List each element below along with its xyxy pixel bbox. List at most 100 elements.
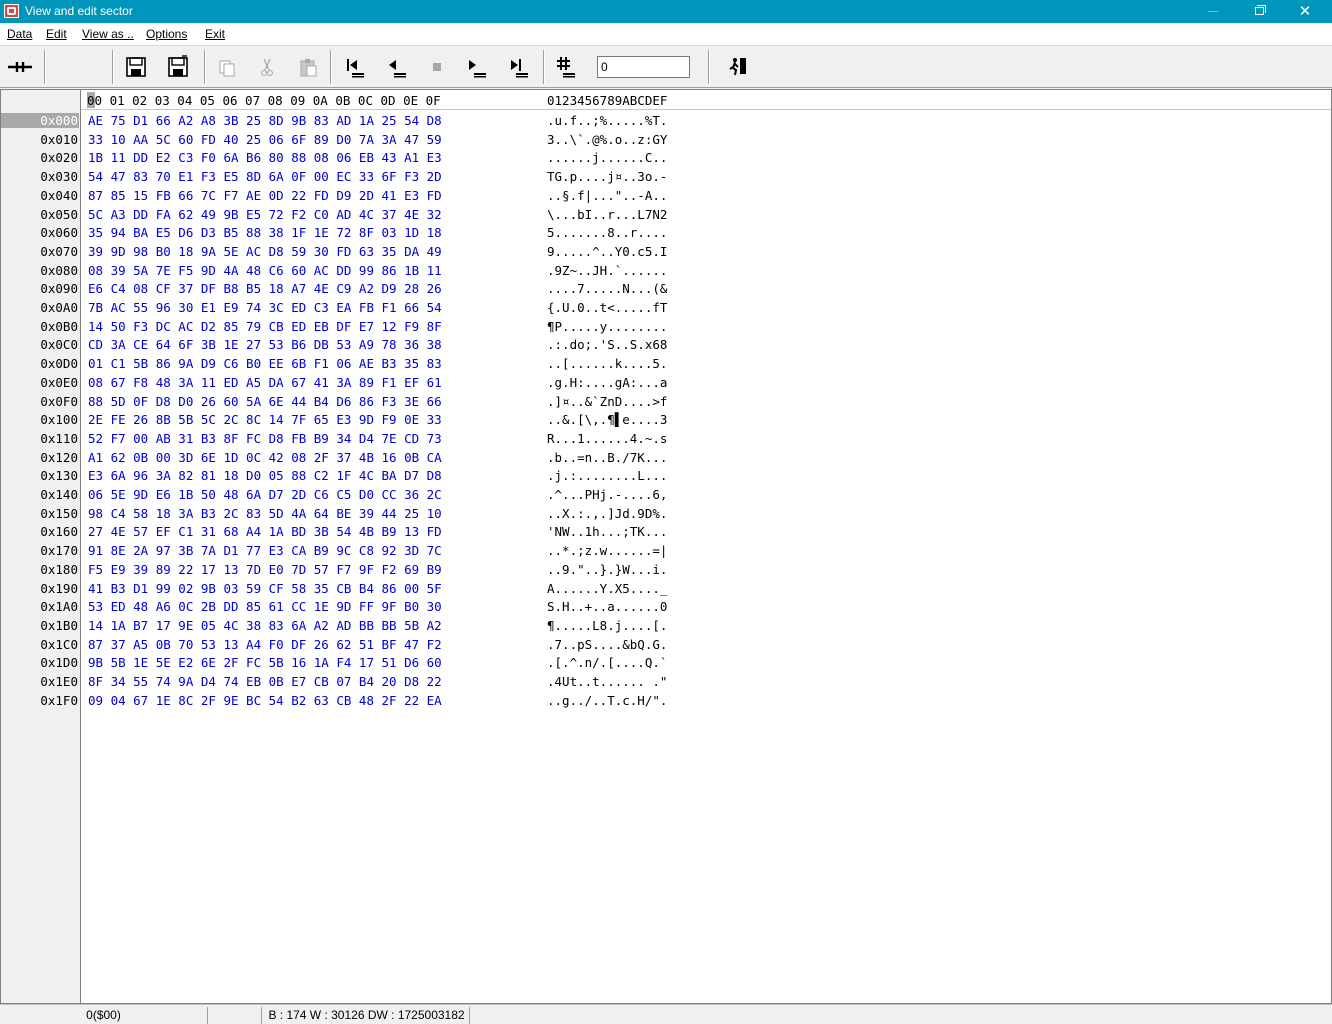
exit-button[interactable] — [726, 54, 750, 80]
row-ascii[interactable]: ......j......C.. — [547, 150, 667, 165]
row-ascii[interactable]: .[.^.n/.[....Q.` — [547, 655, 667, 670]
hex-row[interactable]: 0x1F0 09 04 67 1E 8C 2F 9E BC 54 B2 63 CB… — [1, 692, 1331, 711]
restore-button[interactable] — [1236, 0, 1282, 23]
row-hex-bytes[interactable]: 14 1A B7 17 9E 05 4C 38 83 6A A2 AD BB B… — [88, 618, 442, 633]
row-ascii[interactable]: .9Z~..JH.`...... — [547, 263, 667, 278]
row-hex-bytes[interactable]: A1 62 0B 00 3D 6E 1D 0C 42 08 2F 37 4B 1… — [88, 450, 442, 465]
hex-row[interactable]: 0x0F0 88 5D 0F D8 D0 26 60 5A 6E 44 B4 D6… — [1, 393, 1331, 412]
row-ascii[interactable]: .:.do;.'S..S.x68 — [547, 337, 667, 352]
row-hex-bytes[interactable]: F5 E9 39 89 22 17 13 7D E0 7D 57 F7 9F F… — [88, 562, 442, 577]
hex-row[interactable]: 0x040 87 85 15 FB 66 7C F7 AE 0D 22 FD D9… — [1, 187, 1331, 206]
row-hex-bytes[interactable]: 8F 34 55 74 9A D4 74 EB 0B E7 CB 07 B4 2… — [88, 674, 442, 689]
row-hex-bytes[interactable]: 53 ED 48 A6 0C 2B DD 85 61 CC 1E 9D FF 9… — [88, 599, 442, 614]
row-ascii[interactable]: ..X.:.,.]Jd.9D%. — [547, 506, 667, 521]
row-ascii[interactable]: .g.H:....gA:...a — [547, 375, 667, 390]
row-hex-bytes[interactable]: 1B 11 DD E2 C3 F0 6A B6 80 88 08 06 EB 4… — [88, 150, 442, 165]
hex-row[interactable]: 0x010 33 10 AA 5C 60 FD 40 25 06 6F 89 D0… — [1, 131, 1331, 150]
row-ascii[interactable]: .u.f..;%.....%T. — [547, 113, 667, 128]
row-ascii[interactable]: .]¤..&`ZnD....>f — [547, 394, 667, 409]
menu-edit[interactable]: Edit — [46, 27, 67, 41]
row-ascii[interactable]: .b..=n..B./7K... — [547, 450, 667, 465]
row-hex-bytes[interactable]: 87 37 A5 0B 70 53 13 A4 F0 DF 26 62 51 B… — [88, 637, 442, 652]
row-ascii[interactable]: 5.......8..r.... — [547, 225, 667, 240]
hex-row[interactable]: 0x020 1B 11 DD E2 C3 F0 6A B6 80 88 08 06… — [1, 149, 1331, 168]
close-button[interactable]: ✕ — [1282, 0, 1328, 23]
next-sector-button[interactable] — [465, 54, 489, 80]
row-hex-bytes[interactable]: 7B AC 55 96 30 E1 E9 74 3C ED C3 EA FB F… — [88, 300, 442, 315]
row-hex-bytes[interactable]: 09 04 67 1E 8C 2F 9E BC 54 B2 63 CB 48 2… — [88, 693, 442, 708]
hex-row[interactable]: 0x0C0 CD 3A CE 64 6F 3B 1E 27 53 B6 DB 53… — [1, 336, 1331, 355]
hex-row[interactable]: 0x150 98 C4 58 18 3A B3 2C 83 5D 4A 64 BE… — [1, 505, 1331, 524]
hex-row[interactable]: 0x0A0 7B AC 55 96 30 E1 E9 74 3C ED C3 EA… — [1, 299, 1331, 318]
row-hex-bytes[interactable]: 33 10 AA 5C 60 FD 40 25 06 6F 89 D0 7A 3… — [88, 132, 442, 147]
menu-view-as[interactable]: View as .. — [82, 27, 134, 41]
hex-row[interactable]: 0x060 35 94 BA E5 D6 D3 B5 88 38 1F 1E 72… — [1, 224, 1331, 243]
copy-button[interactable] — [215, 54, 239, 80]
hex-row[interactable]: 0x120 A1 62 0B 00 3D 6E 1D 0C 42 08 2F 37… — [1, 449, 1331, 468]
save-button[interactable] — [124, 54, 148, 80]
first-sector-button[interactable] — [343, 54, 367, 80]
hex-row[interactable]: 0x030 54 47 83 70 E1 F3 E5 8D 6A 0F 00 EC… — [1, 168, 1331, 187]
row-ascii[interactable]: ..§.f|..."..-A.. — [547, 188, 667, 203]
hex-row[interactable]: 0x110 52 F7 00 AB 31 B3 8F FC D8 FB B9 34… — [1, 430, 1331, 449]
row-hex-bytes[interactable]: 06 5E 9D E6 1B 50 48 6A D7 2D C6 C5 D0 C… — [88, 487, 442, 502]
hex-row[interactable]: 0x0B0 14 50 F3 DC AC D2 85 79 CB ED EB DF… — [1, 318, 1331, 337]
hex-row[interactable]: 0x1D0 9B 5B 1E 5E E2 6E 2F FC 5B 16 1A F4… — [1, 654, 1331, 673]
hex-row[interactable]: 0x160 27 4E 57 EF C1 31 68 A4 1A BD 3B 54… — [1, 523, 1331, 542]
row-ascii[interactable]: .7..pS....&bQ.G. — [547, 637, 667, 652]
save-as-button[interactable] — [166, 54, 190, 80]
row-ascii[interactable]: .^...PHj.-....6, — [547, 487, 667, 502]
row-ascii[interactable]: 3..\`.@%.o..z:GY — [547, 132, 667, 147]
row-ascii[interactable]: .4Ut..t...... ." — [547, 674, 667, 689]
menu-data[interactable]: Data — [7, 27, 32, 41]
row-ascii[interactable]: ..&.[\,.¶▌e....3 — [547, 412, 667, 427]
hex-row[interactable]: 0x180 F5 E9 39 89 22 17 13 7D E0 7D 57 F7… — [1, 561, 1331, 580]
row-ascii[interactable]: .j.:........L... — [547, 468, 667, 483]
hex-row[interactable]: 0x050 5C A3 DD FA 62 49 9B E5 72 F2 C0 AD… — [1, 206, 1331, 225]
stop-button[interactable] — [425, 54, 449, 80]
row-ascii[interactable]: ¶.....L8.j....[. — [547, 618, 667, 633]
row-ascii[interactable]: S.H..+..a......0 — [547, 599, 667, 614]
hex-row[interactable]: 0x000 AE 75 D1 66 A2 A8 3B 25 8D 9B 83 AD… — [1, 112, 1331, 131]
hex-row[interactable]: 0x170 91 8E 2A 97 3B 7A D1 77 E3 CA B9 9C… — [1, 542, 1331, 561]
sector-number-input[interactable] — [597, 56, 690, 78]
row-ascii[interactable]: 'NW..1h...;TK... — [547, 524, 667, 539]
row-ascii[interactable]: A......Y.X5...._ — [547, 581, 667, 596]
row-ascii[interactable]: ..9."..}.}W...i. — [547, 562, 667, 577]
menu-options[interactable]: Options — [146, 27, 187, 41]
row-hex-bytes[interactable]: AE 75 D1 66 A2 A8 3B 25 8D 9B 83 AD 1A 2… — [88, 113, 442, 128]
row-hex-bytes[interactable]: CD 3A CE 64 6F 3B 1E 27 53 B6 DB 53 A9 7… — [88, 337, 442, 352]
hex-editor-view[interactable]: 00 01 02 03 04 05 06 07 08 09 0A 0B 0C 0… — [0, 89, 1332, 1004]
goto-sector-button[interactable] — [554, 54, 578, 80]
row-hex-bytes[interactable]: 91 8E 2A 97 3B 7A D1 77 E3 CA B9 9C C8 9… — [88, 543, 442, 558]
row-ascii[interactable]: \...bI..r...L7N2 — [547, 207, 667, 222]
hex-row[interactable]: 0x1E0 8F 34 55 74 9A D4 74 EB 0B E7 CB 07… — [1, 673, 1331, 692]
row-hex-bytes[interactable]: 27 4E 57 EF C1 31 68 A4 1A BD 3B 54 4B B… — [88, 524, 442, 539]
menu-exit[interactable]: Exit — [205, 27, 225, 41]
hex-row[interactable]: 0x140 06 5E 9D E6 1B 50 48 6A D7 2D C6 C5… — [1, 486, 1331, 505]
split-button[interactable] — [8, 54, 32, 80]
row-hex-bytes[interactable]: 01 C1 5B 86 9A D9 C6 B0 EE 6B F1 06 AE B… — [88, 356, 442, 371]
hex-row[interactable]: 0x0E0 08 67 F8 48 3A 11 ED A5 DA 67 41 3A… — [1, 374, 1331, 393]
hex-row[interactable]: 0x1B0 14 1A B7 17 9E 05 4C 38 83 6A A2 AD… — [1, 617, 1331, 636]
row-hex-bytes[interactable]: 88 5D 0F D8 D0 26 60 5A 6E 44 B4 D6 86 F… — [88, 394, 442, 409]
hex-row[interactable]: 0x1C0 87 37 A5 0B 70 53 13 A4 F0 DF 26 62… — [1, 636, 1331, 655]
row-ascii[interactable]: R...1......4.~.s — [547, 431, 667, 446]
paste-button[interactable] — [296, 54, 320, 80]
row-hex-bytes[interactable]: 35 94 BA E5 D6 D3 B5 88 38 1F 1E 72 8F 0… — [88, 225, 442, 240]
row-ascii[interactable]: {.U.0..t<.....fT — [547, 300, 667, 315]
row-hex-bytes[interactable]: 98 C4 58 18 3A B3 2C 83 5D 4A 64 BE 39 4… — [88, 506, 442, 521]
hex-row[interactable]: 0x130 E3 6A 96 3A 82 81 18 D0 05 88 C2 1F… — [1, 467, 1331, 486]
hex-row[interactable]: 0x100 2E FE 26 8B 5B 5C 2C 8C 14 7F 65 E3… — [1, 411, 1331, 430]
row-hex-bytes[interactable]: 87 85 15 FB 66 7C F7 AE 0D 22 FD D9 2D 4… — [88, 188, 442, 203]
row-ascii[interactable]: 9.....^..Y0.c5.I — [547, 244, 667, 259]
row-ascii[interactable]: ....7.....N...(& — [547, 281, 667, 296]
row-hex-bytes[interactable]: 9B 5B 1E 5E E2 6E 2F FC 5B 16 1A F4 17 5… — [88, 655, 442, 670]
row-hex-bytes[interactable]: 08 67 F8 48 3A 11 ED A5 DA 67 41 3A 89 F… — [88, 375, 442, 390]
cut-button[interactable] — [255, 54, 279, 80]
row-hex-bytes[interactable]: E6 C4 08 CF 37 DF B8 B5 18 A7 4E C9 A2 D… — [88, 281, 442, 296]
row-ascii[interactable]: ..[......k....5. — [547, 356, 667, 371]
row-hex-bytes[interactable]: 14 50 F3 DC AC D2 85 79 CB ED EB DF E7 1… — [88, 319, 442, 334]
row-hex-bytes[interactable]: 39 9D 98 B0 18 9A 5E AC D8 59 30 FD 63 3… — [88, 244, 442, 259]
hex-row[interactable]: 0x080 08 39 5A 7E F5 9D 4A 48 C6 60 AC DD… — [1, 262, 1331, 281]
